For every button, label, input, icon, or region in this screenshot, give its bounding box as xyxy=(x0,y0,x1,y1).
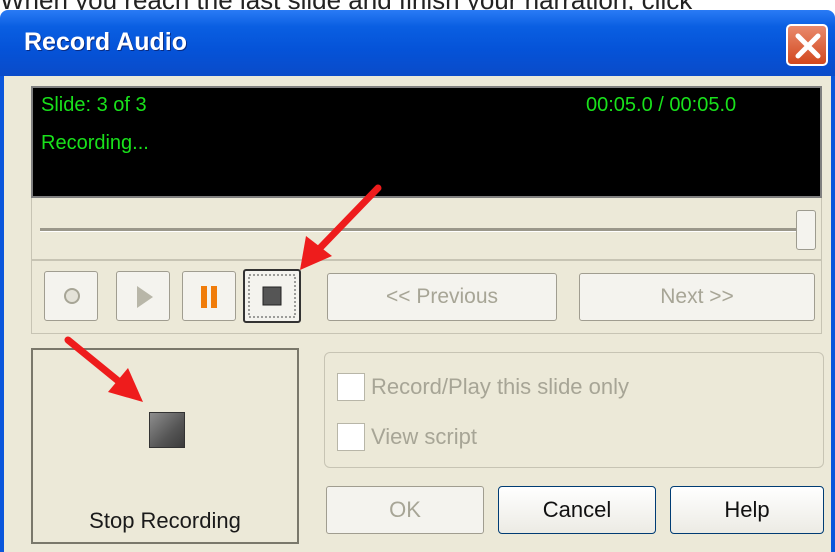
annotation-arrows xyxy=(64,184,382,402)
arrow-to-stop-recording xyxy=(64,336,143,402)
arrow-to-stop-button xyxy=(300,184,382,270)
